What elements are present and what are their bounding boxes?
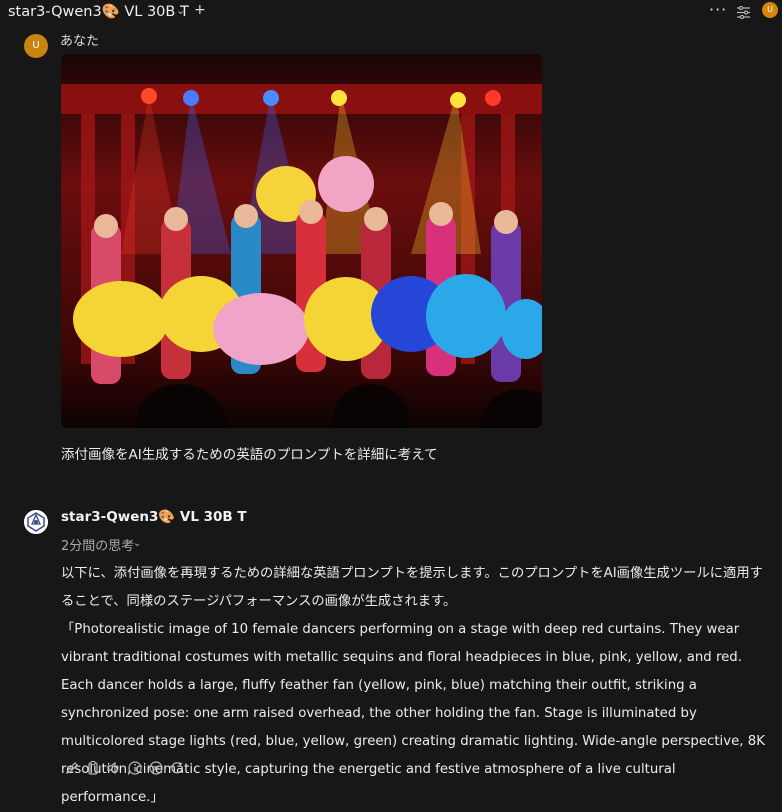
stage-photo [61, 54, 542, 428]
chevron-down-icon[interactable]: ⌄ [133, 538, 141, 549]
user-author-name: あなた [60, 34, 100, 49]
assistant-logo-icon [24, 510, 48, 534]
model-selector-title[interactable]: star3-Qwen3🎨 VL 30B T [8, 3, 189, 20]
user-avatar-top[interactable]: U [762, 2, 778, 18]
user-message-text: 添付画像をAI生成するための英語のプロンプトを詳細に考えて [61, 447, 438, 463]
user-avatar: U [24, 34, 48, 58]
add-model-icon[interactable]: + [194, 2, 206, 18]
play-icon[interactable] [148, 760, 164, 776]
top-bar: star3-Qwen3🎨 VL 30B T ⌄ + ··· U [0, 0, 782, 26]
copy-icon[interactable] [85, 760, 101, 776]
chevron-down-icon[interactable]: ⌄ [176, 4, 185, 17]
info-icon[interactable] [127, 760, 143, 776]
response-intro: 以下に、添付画像を再現するための詳細な英語プロンプトを提示します。このプロンプト… [61, 566, 763, 609]
thinking-toggle[interactable]: 2分間の思考 [61, 535, 134, 554]
assistant-author-name: star3-Qwen3🎨 VL 30B T [61, 509, 247, 525]
attached-image[interactable] [61, 54, 542, 428]
response-prompt: 「Photorealistic image of 10 female dance… [61, 622, 765, 805]
controls-icon[interactable] [737, 6, 750, 19]
more-options-icon[interactable]: ··· [709, 0, 727, 19]
regenerate-icon[interactable] [169, 760, 185, 776]
speaker-icon[interactable] [106, 760, 122, 776]
edit-icon[interactable] [64, 760, 80, 776]
assistant-response: 以下に、添付画像を再現するための詳細な英語プロンプトを提示します。このプロンプト… [61, 560, 773, 812]
